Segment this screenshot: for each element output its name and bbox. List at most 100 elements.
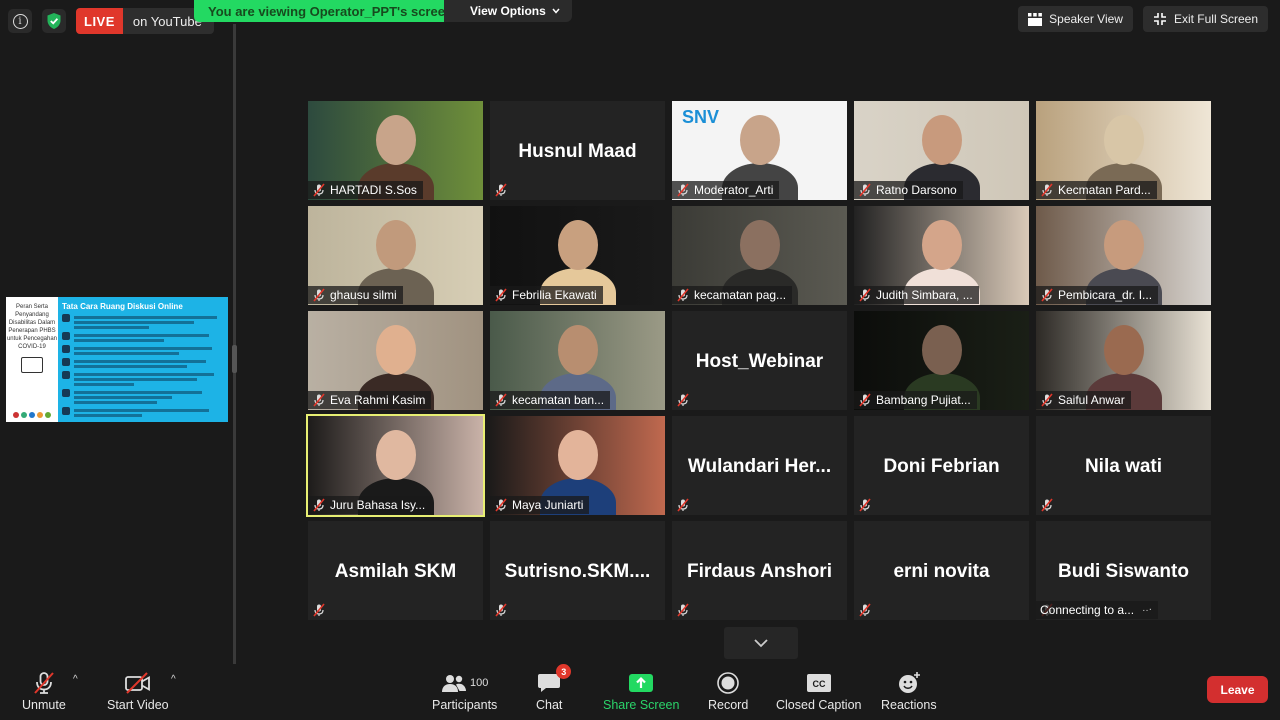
- view-options-button[interactable]: View Options: [444, 0, 572, 22]
- slide-left-text: Peran Serta Penyandang Disabilitas Dalam…: [6, 304, 58, 350]
- participant-tile[interactable]: Doni Febrian: [854, 416, 1029, 515]
- start-video-label: Start Video: [107, 698, 169, 712]
- mic-off-icon: [494, 603, 508, 617]
- participant-name-display: erni novita: [893, 561, 990, 582]
- participant-label: Kecmatan Pard...: [1036, 181, 1157, 199]
- participant-tile[interactable]: Maya Juniarti: [490, 416, 665, 515]
- participants-button[interactable]: 100 Participants: [432, 670, 497, 712]
- participant-name: ghausu silmi: [330, 288, 397, 302]
- presentation-icon: [21, 357, 43, 373]
- participant-name-display: Nila wati: [1084, 456, 1163, 477]
- view-options-label: View Options: [470, 4, 546, 18]
- record-icon: [717, 672, 739, 694]
- participant-label: Moderator_Arti: [672, 181, 780, 199]
- mic-off-icon: [312, 498, 326, 512]
- participant-name: Juru Bahasa Isy...: [330, 498, 426, 512]
- start-video-button[interactable]: Start Video: [107, 670, 169, 712]
- participant-tile[interactable]: Host_Webinar: [672, 311, 847, 410]
- participant-label: [490, 601, 514, 619]
- shared-screen-preview[interactable]: Peran Serta Penyandang Disabilitas Dalam…: [6, 297, 228, 422]
- chat-button[interactable]: 3 Chat: [536, 664, 572, 712]
- chevron-down-icon: [552, 8, 560, 14]
- participant-name-display: Husnul Maad: [518, 141, 637, 162]
- participant-tile[interactable]: Sutrisno.SKM....: [490, 521, 665, 620]
- mic-off-icon: [676, 393, 690, 407]
- meeting-toolbar: Unmute ^ Start Video ^ 100 Participants …: [0, 664, 1280, 720]
- participant-tile[interactable]: Saiful Anwar: [1036, 311, 1211, 410]
- mic-off-icon: [858, 393, 872, 407]
- participant-label: Juru Bahasa Isy...: [308, 496, 432, 514]
- mic-off-icon: [31, 670, 57, 696]
- mic-off-icon: [676, 603, 690, 617]
- split-drag-handle[interactable]: [232, 345, 237, 373]
- participant-tile[interactable]: Juru Bahasa Isy...: [306, 414, 485, 517]
- participant-name: Bambang Pujiat...: [876, 393, 971, 407]
- participant-tile[interactable]: Febrilia Ekawati: [490, 206, 665, 305]
- video-off-icon: [124, 670, 152, 696]
- mic-off-icon: [858, 603, 872, 617]
- participant-label: HARTADI S.Sos: [308, 181, 423, 199]
- brand-logo-text: SNV: [682, 107, 720, 127]
- reactions-button[interactable]: Reactions: [881, 670, 937, 712]
- meeting-info-icon[interactable]: i: [8, 9, 32, 33]
- closed-caption-icon: CC: [806, 674, 831, 692]
- participant-label: [308, 601, 332, 619]
- participant-label: [490, 181, 514, 199]
- show-more-button[interactable]: [724, 627, 798, 659]
- participant-tile[interactable]: erni novita: [854, 521, 1029, 620]
- participant-tile[interactable]: ghausu silmi: [308, 206, 483, 305]
- participant-tile[interactable]: kecamatan pag...: [672, 206, 847, 305]
- mic-off-icon: [1040, 498, 1054, 512]
- participant-name: Judith Simbara, ...: [876, 288, 973, 302]
- participant-tile[interactable]: Budi Siswanto Connecting to a... ··‧: [1036, 521, 1211, 620]
- participant-name: Pembicara_dr. I...: [1058, 288, 1153, 302]
- video-options-caret[interactable]: ^: [171, 674, 176, 685]
- participants-label: Participants: [432, 698, 498, 712]
- record-button[interactable]: Record: [708, 670, 748, 712]
- participant-label: [854, 496, 878, 514]
- participant-tile[interactable]: Ratno Darsono: [854, 101, 1029, 200]
- closed-caption-button[interactable]: CC Closed Caption: [776, 670, 861, 712]
- participant-name-display: Host_Webinar: [695, 351, 824, 372]
- audio-options-caret[interactable]: ^: [73, 674, 78, 685]
- participant-tile[interactable]: Nila wati: [1036, 416, 1211, 515]
- mic-off-icon: [312, 183, 326, 197]
- mic-off-icon: [494, 393, 508, 407]
- security-shield-icon[interactable]: [42, 9, 66, 33]
- participant-tile[interactable]: Kecmatan Pard...: [1036, 101, 1211, 200]
- speaker-view-button[interactable]: Speaker View: [1018, 6, 1133, 32]
- participant-label: ghausu silmi: [308, 286, 403, 304]
- participant-name-display: Budi Siswanto: [1058, 561, 1189, 582]
- viewing-screen-text: You are viewing Operator_PPT's screen: [208, 3, 453, 19]
- participant-tile[interactable]: Pembicara_dr. I...: [1036, 206, 1211, 305]
- participant-label: [1036, 496, 1060, 514]
- participant-tile[interactable]: kecamatan ban...: [490, 311, 665, 410]
- chevron-down-icon: [754, 638, 768, 647]
- participant-tile[interactable]: Asmilah SKM: [308, 521, 483, 620]
- participant-name: Saiful Anwar: [1058, 393, 1125, 407]
- unmute-button[interactable]: Unmute: [22, 670, 66, 712]
- participant-tile[interactable]: Wulandari Her...: [672, 416, 847, 515]
- participant-tile[interactable]: Husnul Maad: [490, 101, 665, 200]
- live-badge: LIVE: [76, 8, 123, 34]
- mic-off-icon: [312, 603, 326, 617]
- participant-name-display: Doni Febrian: [883, 456, 1000, 477]
- participant-tile[interactable]: HARTADI S.Sos: [308, 101, 483, 200]
- mic-off-icon: [676, 498, 690, 512]
- exit-full-screen-button[interactable]: Exit Full Screen: [1142, 6, 1268, 32]
- participant-label: kecamatan ban...: [490, 391, 611, 409]
- mic-off-icon: [1040, 393, 1054, 407]
- participant-tile[interactable]: Firdaus Anshori: [672, 521, 847, 620]
- participant-tile[interactable]: Judith Simbara, ...: [854, 206, 1029, 305]
- viewing-screen-banner: You are viewing Operator_PPT's screen: [194, 0, 467, 22]
- participant-label: [672, 601, 696, 619]
- share-screen-button[interactable]: Share Screen: [603, 670, 679, 712]
- participant-tile[interactable]: Bambang Pujiat...: [854, 311, 1029, 410]
- unmute-label: Unmute: [22, 698, 66, 712]
- participant-tile[interactable]: Eva Rahmi Kasim: [308, 311, 483, 410]
- participant-name: Kecmatan Pard...: [1058, 183, 1151, 197]
- participant-tile[interactable]: SNV Moderator_Arti: [672, 101, 847, 200]
- leave-button[interactable]: Leave: [1207, 676, 1268, 703]
- participant-label: [672, 496, 696, 514]
- participant-name-display: Firdaus Anshori: [687, 561, 832, 582]
